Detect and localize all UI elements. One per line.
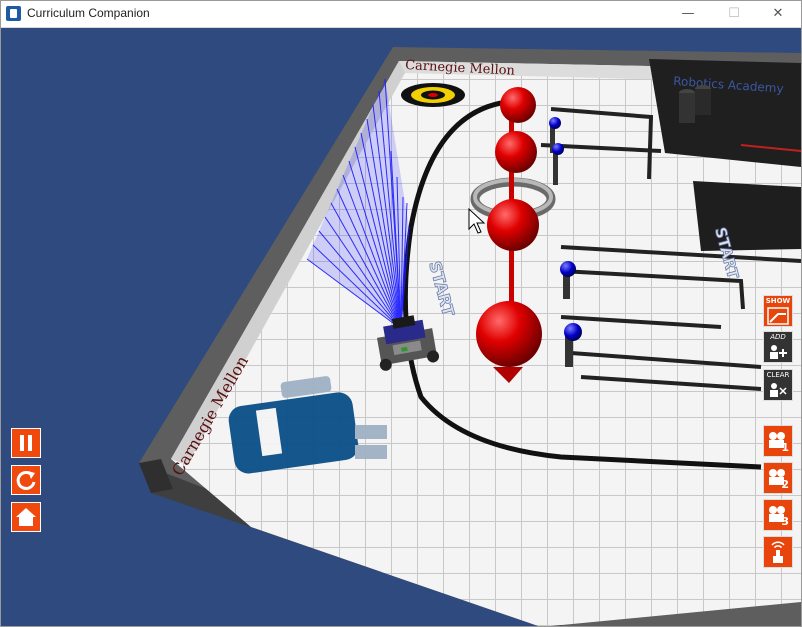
add-label: ADD — [770, 333, 786, 341]
remote-control-icon — [771, 541, 785, 563]
red-sphere — [500, 87, 536, 123]
show-path-button[interactable]: SHOW — [763, 295, 793, 327]
home-button[interactable] — [11, 502, 41, 532]
app-window: Curriculum Companion — ☐ ✕ Carnegie Mell… — [0, 0, 802, 627]
camera-1-button[interactable]: 1 — [763, 425, 793, 457]
clear-robot-icon — [770, 383, 787, 397]
simulation-viewport[interactable]: Carnegie Mellon Carnegie Mellon Robotics… — [1, 27, 801, 626]
pause-icon — [20, 435, 32, 451]
blue-marker — [560, 261, 576, 277]
red-sphere — [476, 301, 542, 367]
blue-marker — [549, 117, 561, 129]
red-sphere — [495, 131, 537, 173]
pause-button[interactable] — [11, 428, 41, 458]
side-block — [693, 181, 801, 251]
restart-button[interactable] — [11, 465, 41, 495]
clear-robots-button[interactable]: CLEAR — [763, 369, 793, 401]
home-icon — [16, 508, 36, 526]
blue-marker — [552, 143, 564, 155]
add-robot-button[interactable]: ADD — [763, 331, 793, 363]
title-bar: Curriculum Companion — ☐ ✕ — [1, 1, 801, 28]
app-icon — [6, 6, 21, 21]
scene-3d: Carnegie Mellon Carnegie Mellon Robotics… — [139, 47, 801, 626]
window-title: Curriculum Companion — [27, 6, 150, 20]
camera-2-number: 2 — [781, 478, 789, 491]
camera-3-button[interactable]: 3 — [763, 499, 793, 531]
blue-marker — [564, 323, 582, 341]
camera-2-button[interactable]: 2 — [763, 462, 793, 494]
restart-icon — [16, 470, 36, 490]
maximize-button[interactable]: ☐ — [711, 1, 757, 27]
camera-1-number: 1 — [781, 441, 789, 454]
close-button[interactable]: ✕ — [755, 1, 801, 27]
clear-label: CLEAR — [766, 371, 790, 379]
path-icon — [767, 307, 789, 325]
remote-control-button[interactable] — [763, 536, 793, 568]
camera-3-number: 3 — [781, 515, 789, 528]
red-sphere — [487, 199, 539, 251]
add-robot-icon — [770, 345, 787, 359]
show-label: SHOW — [765, 297, 791, 305]
minimize-button[interactable]: — — [665, 1, 711, 27]
academy-block — [649, 59, 801, 167]
